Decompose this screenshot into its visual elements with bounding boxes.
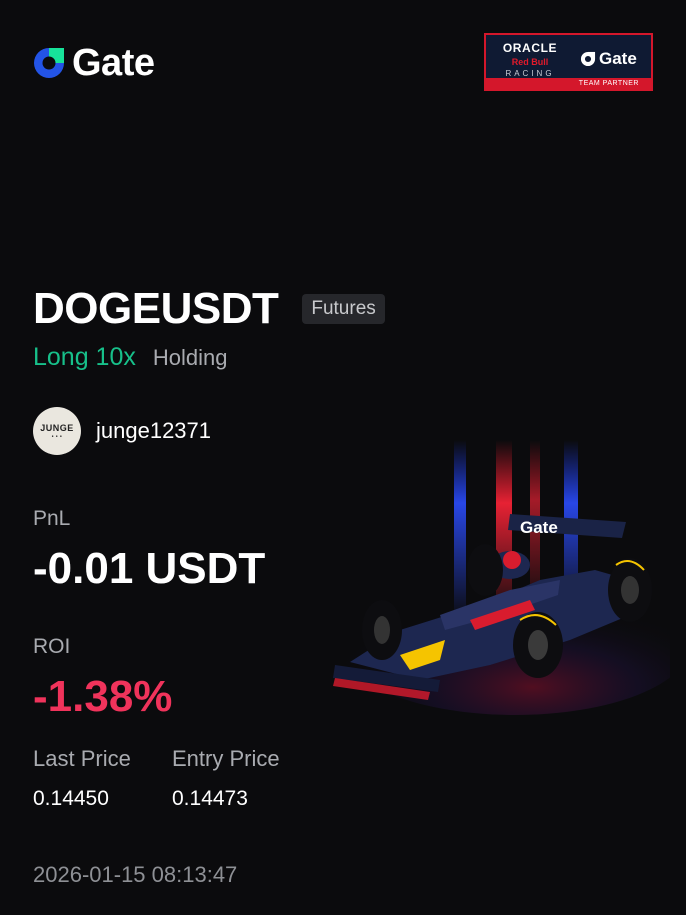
pnl-value: -0.01 USDT [33, 544, 266, 593]
share-card: Gate ORACLE Red Bull RACING Gate TEAM PA… [0, 0, 686, 915]
pnl-label: PnL [33, 507, 71, 530]
entry-price-label: Entry Price [172, 746, 280, 771]
gate-logo-icon [34, 48, 64, 78]
user-row: JUNGE • • • junge12371 [33, 407, 211, 455]
entry-price: Entry Price 0.14473 [172, 746, 280, 811]
last-price: Last Price 0.14450 [33, 746, 131, 811]
team-partner-label: TEAM PARTNER [486, 78, 651, 89]
roi-label: ROI [33, 635, 71, 658]
gate-logo-icon [580, 51, 596, 67]
timestamp: 2026-01-15 08:13:47 [33, 862, 238, 887]
position-row: Long 10x Holding [33, 343, 227, 372]
symbol-row: DOGEUSDT Futures [33, 284, 385, 334]
gate-wordmark: Gate [72, 42, 155, 84]
futures-badge: Futures [302, 294, 385, 324]
car-livery-text: Gate [520, 518, 558, 537]
race-car-image: Gate [333, 440, 670, 715]
position-status: Holding [152, 345, 228, 370]
username: junge12371 [96, 418, 212, 443]
partner-gate-logo: Gate [580, 49, 637, 69]
roi-value: -1.38% [33, 672, 173, 721]
avatar: JUNGE • • • [33, 407, 81, 455]
last-price-value: 0.14450 [33, 787, 109, 810]
symbol-title: DOGEUSDT [33, 284, 279, 333]
entry-price-value: 0.14473 [172, 787, 248, 810]
red-bull-racing-logo: ORACLE Red Bull RACING [502, 41, 558, 78]
gate-logo: Gate [32, 42, 155, 84]
last-price-label: Last Price [33, 746, 131, 771]
team-partner-badge: ORACLE Red Bull RACING Gate TEAM PARTNER [484, 33, 653, 91]
leverage-side: Long 10x [33, 343, 136, 371]
